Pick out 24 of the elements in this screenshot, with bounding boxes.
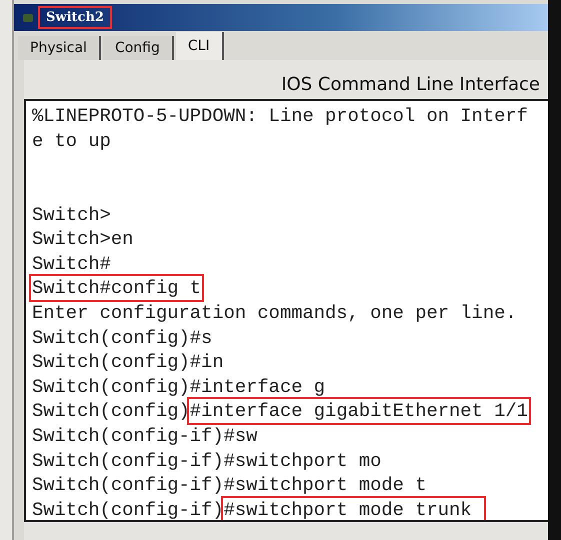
terminal-text: Switch(config-if)#switchport mo [32,450,382,472]
terminal-text: Switch(config)#interface g [32,376,326,398]
terminal-console[interactable] [24,99,548,522]
highlighted-command: #interface gigabitEthernet 1/1 [190,400,528,422]
tab[interactable]: Physical [18,36,101,60]
app-icon [22,12,34,24]
tab[interactable]: CLI [176,32,224,60]
terminal-text: Switch>en [32,228,134,250]
terminal-text: %LINEPROTO-5-UPDOWN: Line protocol on Interf [32,105,528,128]
terminal-text: Switch(config)#s [32,326,212,349]
highlighted-command: #switchport mode trunk [224,498,483,520]
terminal-text: Switch(config-if) [32,498,224,520]
window-title: Switch2 [38,6,112,29]
terminal-text: e to up [32,130,111,152]
terminal-text: Enter configuration commands, one per line. [32,302,517,324]
terminal-text: Switch(config)#in [32,351,224,374]
terminal-text: Switch(config-if)#sw [32,425,258,448]
terminal-text: Switch> [32,204,111,226]
terminal-text: Switch(config) [32,400,190,422]
highlighted-command: Switch#config t [32,277,202,300]
panel-heading: IOS Command Line Interface [281,74,540,95]
terminal-text: Switch# [32,252,111,275]
terminal-text: Switch(config-if)#switchport mode t [32,474,426,496]
tab[interactable]: Config [102,36,174,60]
